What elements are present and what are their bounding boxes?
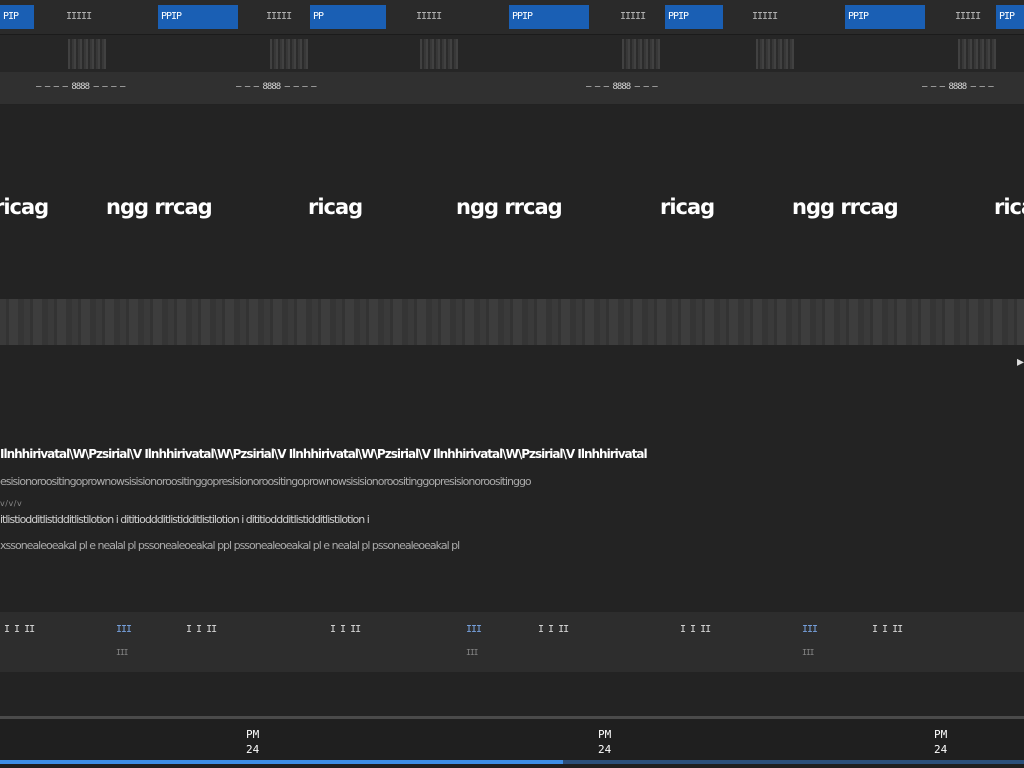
sub-label: — — — 8888 — — — xyxy=(586,82,658,92)
thumbnail[interactable] xyxy=(420,39,458,69)
heading-text: ngg rrcag xyxy=(456,195,563,219)
sub-label: — — — — 8888 — — — — xyxy=(36,82,125,92)
tab-label: PPIP xyxy=(158,5,238,29)
tab-label: IIIII xyxy=(955,11,981,22)
tab-label: PIP xyxy=(996,5,1024,29)
tab-label: IIIII xyxy=(752,11,778,22)
tab-label: IIIII xyxy=(620,11,646,22)
clock-day: 24 xyxy=(246,743,260,756)
tab-fragment[interactable]: PPIP xyxy=(158,4,238,30)
progress-fill xyxy=(0,760,564,764)
media-strip[interactable] xyxy=(0,299,1024,345)
marker[interactable]: I I II xyxy=(680,624,711,635)
heading-text: ricag xyxy=(994,195,1024,219)
tab-fragment[interactable]: PIP xyxy=(0,4,34,30)
tab-label: PPIP xyxy=(509,5,589,29)
tab-fragment[interactable]: PPIP xyxy=(665,4,723,30)
chevron-right-icon[interactable]: ▸ xyxy=(1017,354,1024,370)
tab-label: PIP xyxy=(0,5,34,29)
content-body: itlistiodditlistidditlistilotion i ditit… xyxy=(0,513,370,526)
clock-period: PM xyxy=(598,728,612,741)
lower-panel: I I II III I I II I I II III I I II I I … xyxy=(0,612,1024,672)
tab-fragment[interactable]: IIIII xyxy=(620,4,646,30)
tab-fragment[interactable]: IIIII xyxy=(266,4,292,30)
marker[interactable]: I I II xyxy=(538,624,569,635)
thumbnail-strip xyxy=(0,35,1024,72)
heading-text: ricag xyxy=(660,195,715,219)
tab-fragment[interactable]: IIIII xyxy=(955,4,981,30)
marker[interactable]: III xyxy=(116,624,132,635)
marker-sub: III xyxy=(466,648,478,657)
heading-text: ricag xyxy=(308,195,363,219)
thumbnail[interactable] xyxy=(622,39,660,69)
tab-label: IIIII xyxy=(416,11,442,22)
sub-label: — — — 8888 — — — xyxy=(922,82,994,92)
tab-fragment[interactable]: PPIP xyxy=(845,4,925,30)
thumbnail[interactable] xyxy=(958,39,996,69)
content-separator: v / v / v xyxy=(0,499,22,508)
tab-fragment[interactable]: IIIII xyxy=(752,4,778,30)
thumbnail[interactable] xyxy=(756,39,794,69)
marker[interactable]: I I II xyxy=(330,624,361,635)
tab-label: IIIII xyxy=(266,11,292,22)
clock[interactable]: PM 24 xyxy=(246,727,259,757)
content-title: Ilnhhirivatal\W\Pzsirial\V Ilnhhirivatal… xyxy=(0,447,648,461)
tab-fragment[interactable]: IIIII xyxy=(416,4,442,30)
heading-text: ricag xyxy=(0,195,49,219)
heading-text: ngg rrcag xyxy=(792,195,899,219)
heading-row: ricag ngg rrcag ricag ngg rrcag ricag ng… xyxy=(0,195,1024,227)
thumbnail[interactable] xyxy=(68,39,106,69)
tab-fragment[interactable]: PP xyxy=(310,4,386,30)
clock[interactable]: PM 24 xyxy=(598,727,611,757)
top-tab-bar: PIP IIIII PPIP IIIII PP IIIII PPIP IIIII… xyxy=(0,0,1024,35)
tab-fragment[interactable]: PPIP xyxy=(509,4,589,30)
marker-sub: III xyxy=(116,648,128,657)
sub-label-bar: — — — — 8888 — — — — — — — 8888 — — — — … xyxy=(0,72,1024,105)
marker-sub: III xyxy=(802,648,814,657)
tab-label: PPIP xyxy=(845,5,925,29)
clock-day: 24 xyxy=(934,743,948,756)
marker[interactable]: III xyxy=(802,624,818,635)
heading-text: ngg rrcag xyxy=(106,195,213,219)
sub-label: — — — 8888 — — — — xyxy=(236,82,317,92)
clock-period: PM xyxy=(934,728,948,741)
clock-day: 24 xyxy=(598,743,612,756)
clock-period: PM xyxy=(246,728,260,741)
progress-bar xyxy=(0,760,1024,764)
tab-fragment[interactable]: IIIII xyxy=(66,4,92,30)
tab-fragment[interactable]: PIP xyxy=(996,4,1024,30)
screen: PIP IIIII PPIP IIIII PP IIIII PPIP IIIII… xyxy=(0,0,1024,768)
tab-label: PP xyxy=(310,5,386,29)
thumbnail[interactable] xyxy=(270,39,308,69)
marker[interactable]: I I II xyxy=(186,624,217,635)
content-body: xssonealeoeakal pl e nealal pl pssoneale… xyxy=(0,539,460,552)
marker[interactable]: I I II xyxy=(4,624,35,635)
marker[interactable]: I I II xyxy=(872,624,903,635)
content-subtitle: esisionoroositingoprownowsisisionoroosit… xyxy=(0,475,532,488)
tab-label: IIIII xyxy=(66,11,92,22)
content-text-block: Ilnhhirivatal\W\Pzsirial\V Ilnhhirivatal… xyxy=(0,447,1024,587)
marker[interactable]: III xyxy=(466,624,482,635)
tab-label: PPIP xyxy=(665,5,723,29)
clock[interactable]: PM 24 xyxy=(934,727,947,757)
